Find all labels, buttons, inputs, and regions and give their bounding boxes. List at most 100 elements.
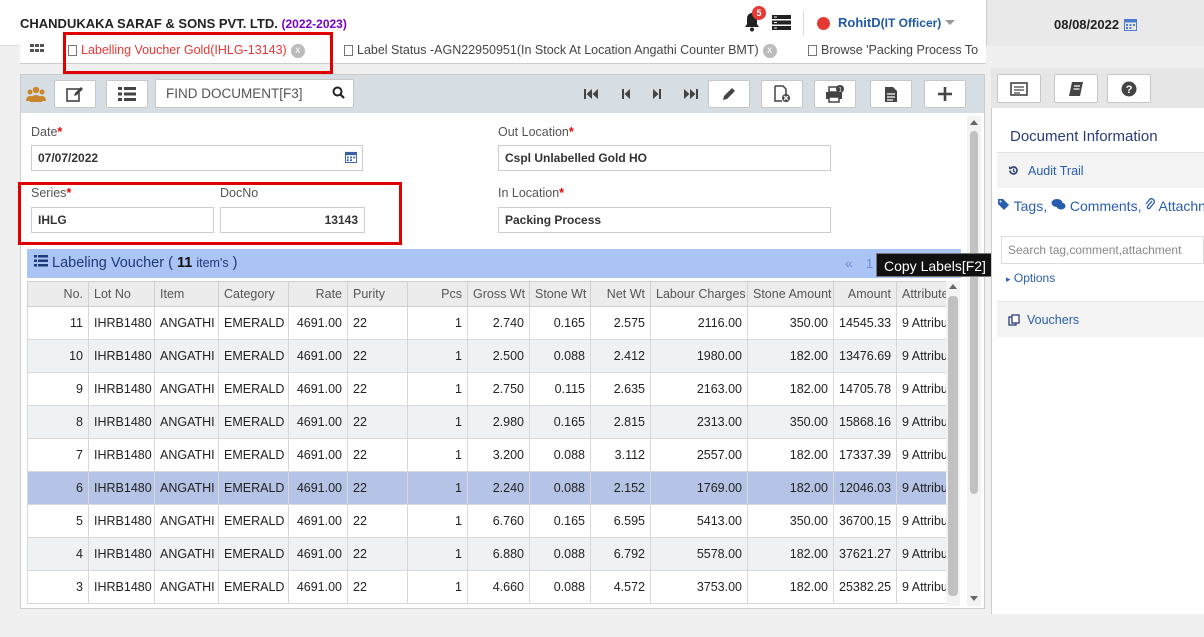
info-card-button[interactable]	[997, 74, 1041, 103]
in-location-field[interactable]: Packing Process	[498, 207, 831, 233]
search-icon[interactable]	[332, 86, 345, 99]
paperclip-icon	[1145, 198, 1156, 210]
user-menu[interactable]: RohitD(IT Officer)	[838, 15, 941, 30]
column-header[interactable]: Category	[218, 281, 289, 307]
table-cell: IHRB1480	[88, 537, 155, 571]
column-header[interactable]: Amount	[833, 281, 897, 307]
last-record-icon[interactable]	[683, 86, 699, 102]
card-icon	[1010, 81, 1028, 96]
comments-link[interactable]: Comments,	[1070, 198, 1142, 214]
column-header[interactable]: Attribute	[896, 281, 947, 307]
table-cell: 3753.00	[650, 570, 748, 604]
table-cell: 2163.00	[650, 372, 748, 406]
tab-browse-packing[interactable]: Browse 'Packing Process To	[808, 40, 988, 60]
column-header[interactable]: Stone Amount	[747, 281, 834, 307]
grid-menu-icon[interactable]	[30, 44, 44, 56]
table-cell: 10	[27, 339, 89, 373]
date-field[interactable]: 07/07/2022	[31, 145, 363, 171]
next-record-icon[interactable]	[649, 86, 665, 102]
cancel-document-button[interactable]	[761, 80, 803, 108]
table-cell: ANGATHI	[154, 372, 219, 406]
scroll-up-arrow[interactable]	[949, 284, 957, 289]
column-header[interactable]: Net Wt	[590, 281, 651, 307]
users-group-icon[interactable]	[26, 86, 46, 102]
copy-labels-tooltip: Copy Labels[F2]	[876, 253, 993, 277]
table-cell: 4691.00	[288, 405, 348, 439]
scroll-up-arrow[interactable]	[970, 120, 978, 125]
table-cell: IHRB1480	[88, 372, 155, 406]
table-row[interactable]: 7 IHRB1480 ANGATHI EMERALD 4691.00 22 1 3.200 0.…	[27, 438, 947, 472]
table-cell: ANGATHI	[154, 570, 219, 604]
book-button[interactable]	[1054, 74, 1098, 103]
financial-year: (2022-2023)	[281, 17, 347, 31]
table-cell: 4691.00	[288, 471, 348, 505]
table-cell: 0.088	[529, 339, 591, 373]
audit-trail-link[interactable]: Audit Trail	[1028, 164, 1084, 178]
table-row[interactable]: 9 IHRB1480 ANGATHI EMERALD 4691.00 22 1 2.750 0.…	[27, 372, 947, 406]
history-icon	[1009, 166, 1018, 175]
table-cell: 4691.00	[288, 570, 348, 604]
options-toggle[interactable]: ▸ Options	[1006, 271, 1055, 285]
column-header[interactable]: No.	[27, 281, 89, 307]
table-body: 11 IHRB1480 ANGATHI EMERALD 4691.00 22 1 2.740 0…	[27, 306, 947, 604]
column-header[interactable]: Purity	[347, 281, 408, 307]
column-header[interactable]: Labour Charges	[650, 281, 748, 307]
pager-prev[interactable]: «	[845, 255, 853, 271]
table-cell: EMERALD	[218, 504, 289, 538]
table-cell: EMERALD	[218, 471, 289, 505]
vouchers-link[interactable]: Vouchers	[1027, 313, 1079, 327]
document-button[interactable]	[870, 80, 912, 108]
print-button[interactable]: 1	[814, 80, 856, 108]
caret-right-icon: ▸	[1006, 274, 1011, 284]
column-header[interactable]: Pcs	[407, 281, 468, 307]
table-cell: 11	[27, 306, 89, 340]
tags-link[interactable]: Tags,	[1014, 198, 1047, 214]
copy-icon	[1008, 314, 1020, 326]
help-button[interactable]: ?	[1107, 74, 1151, 103]
list-view-button[interactable]	[106, 80, 148, 108]
table-row[interactable]: 6 IHRB1480 ANGATHI EMERALD 4691.00 22 1 2.240 0.…	[27, 471, 947, 505]
table-cell: 1	[407, 372, 468, 406]
column-header[interactable]: Lot No	[88, 281, 155, 307]
chevron-down-icon[interactable]	[945, 20, 955, 25]
add-button[interactable]	[924, 80, 966, 108]
scroll-down-arrow[interactable]	[970, 596, 978, 601]
close-tab-icon[interactable]: x	[762, 43, 777, 58]
column-header[interactable]: Gross Wt	[467, 281, 530, 307]
table-row[interactable]: 4 IHRB1480 ANGATHI EMERALD 4691.00 22 1 6.880 0.…	[27, 537, 947, 571]
attachments-link[interactable]: Attachn	[1158, 198, 1204, 214]
column-header[interactable]: Rate	[288, 281, 348, 307]
calendar-icon[interactable]	[1124, 18, 1137, 31]
column-header[interactable]: Stone Wt	[529, 281, 591, 307]
document-cancel-icon	[774, 85, 790, 102]
grid-title: Labeling Voucher ( 11 item's )	[34, 255, 237, 271]
table-row[interactable]: 8 IHRB1480 ANGATHI EMERALD 4691.00 22 1 2.980 0.…	[27, 405, 947, 439]
calendar-icon[interactable]	[345, 151, 357, 163]
previous-record-icon[interactable]	[618, 86, 634, 102]
table-cell: 0.088	[529, 537, 591, 571]
main-scrollbar-thumb[interactable]	[970, 131, 978, 494]
search-tag-input[interactable]: Search tag,comment,attachment	[1001, 236, 1204, 264]
table-cell: IHRB1480	[88, 504, 155, 538]
table-cell: IHRB1480	[88, 570, 155, 604]
table-row[interactable]: 5 IHRB1480 ANGATHI EMERALD 4691.00 22 1 6.760 0.…	[27, 504, 947, 538]
out-location-field[interactable]: Cspl Unlabelled Gold HO	[498, 145, 831, 171]
tab-label-status[interactable]: Label Status -AGN22950951(In Stock At Lo…	[344, 40, 792, 60]
table-row[interactable]: 3 IHRB1480 ANGATHI EMERALD 4691.00 22 1 4.660 0.…	[27, 570, 947, 604]
messages-icon[interactable]	[772, 15, 791, 30]
find-document-input[interactable]: FIND DOCUMENT[F3]	[155, 79, 354, 108]
edit-note-button[interactable]	[54, 80, 96, 108]
table-row[interactable]: 11 IHRB1480 ANGATHI EMERALD 4691.00 22 1 2.740 0…	[27, 306, 947, 340]
table-cell: 3	[27, 570, 89, 604]
first-record-icon[interactable]	[583, 86, 599, 102]
grid-scrollbar-thumb[interactable]	[948, 296, 958, 596]
table-cell: 1980.00	[650, 339, 748, 373]
table-cell: 4	[27, 537, 89, 571]
pager-page[interactable]: 1	[866, 256, 873, 271]
table-cell: 22	[347, 306, 408, 340]
column-header[interactable]: Item	[154, 281, 219, 307]
edit-button[interactable]	[708, 80, 750, 108]
table-row[interactable]: 10 IHRB1480 ANGATHI EMERALD 4691.00 22 1 2.500 0…	[27, 339, 947, 373]
out-location-label: Out Location*	[498, 125, 574, 139]
table-cell: 5413.00	[650, 504, 748, 538]
